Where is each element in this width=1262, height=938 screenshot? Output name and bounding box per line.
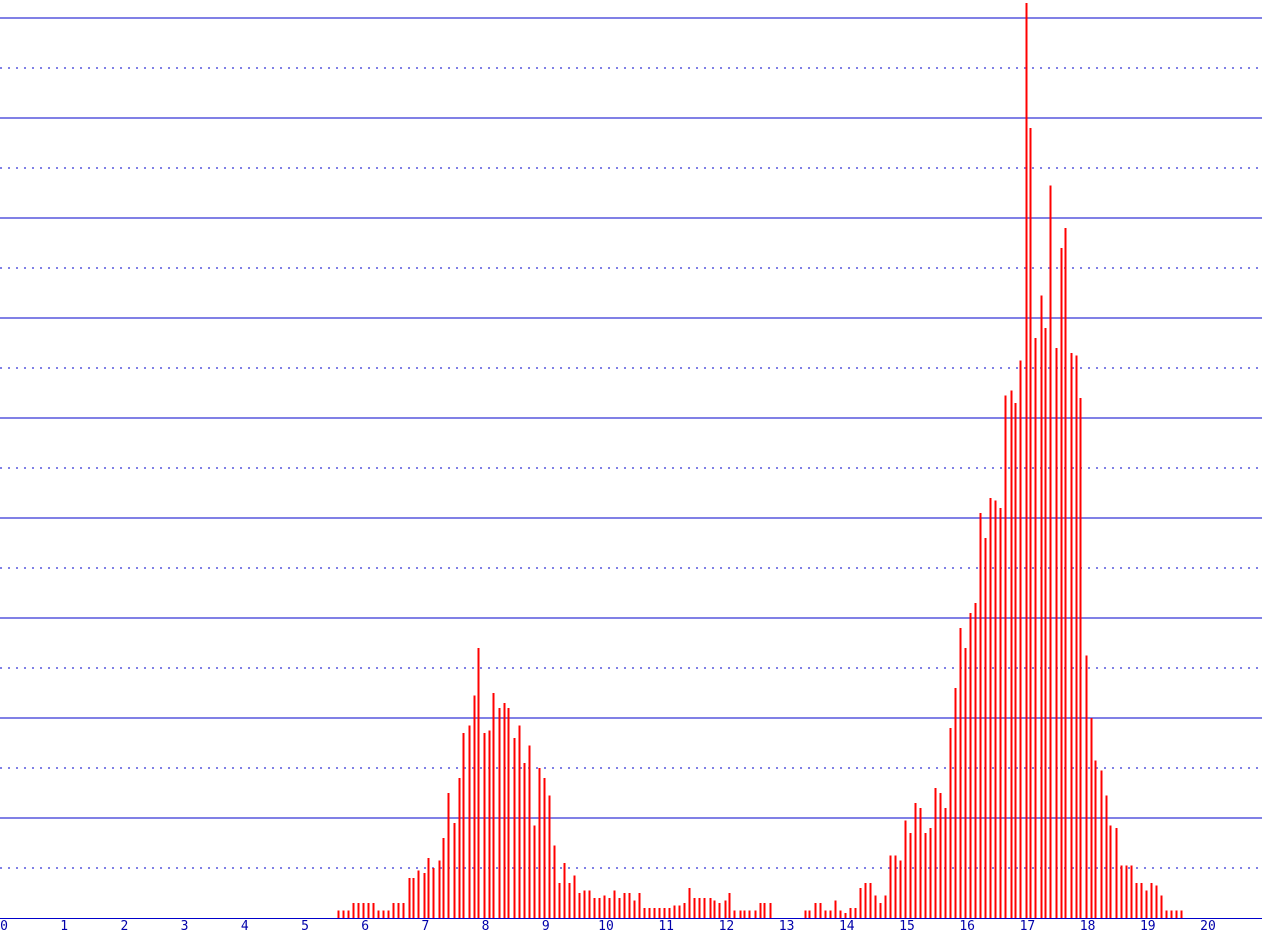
x-tick-label: 12	[719, 919, 735, 934]
x-tick-label: 4	[241, 919, 249, 934]
grid-lines	[0, 17, 1262, 869]
x-tick-label: 20	[1200, 919, 1216, 934]
x-tick-label: 19	[1140, 919, 1156, 934]
x-tick-label: 13	[779, 919, 795, 934]
x-tick-label: 6	[361, 919, 369, 934]
bars	[337, 3, 1183, 918]
x-tick-labels: 0 1 2 3 4 5 6 7 8 9 10 11 12 13 14 15 16 17 18 19 20	[0, 919, 1216, 934]
histogram-chart: 0 1 2 3 4 5 6 7 8 9 10 11 12 13 14 15 16 17 18 19 20	[0, 0, 1262, 938]
x-tick-label: 17	[1020, 919, 1036, 934]
x-tick-label: 14	[839, 919, 855, 934]
x-tick-label: 2	[120, 919, 128, 934]
x-tick-label: 11	[658, 919, 674, 934]
x-tick-label: 5	[301, 919, 309, 934]
chart-svg: 0 1 2 3 4 5 6 7 8 9 10 11 12 13 14 15 16 17 18 19 20	[0, 3, 1262, 934]
x-tick-label: 3	[181, 919, 189, 934]
x-tick-label: 0	[0, 919, 8, 934]
x-tick-label: 18	[1080, 919, 1096, 934]
x-tick-label: 1	[60, 919, 68, 934]
x-tick-label: 7	[421, 919, 429, 934]
x-tick-label: 16	[959, 919, 975, 934]
x-tick-label: 15	[899, 919, 915, 934]
x-tick-label: 8	[482, 919, 490, 934]
x-tick-label: 9	[542, 919, 550, 934]
x-tick-label: 10	[598, 919, 614, 934]
